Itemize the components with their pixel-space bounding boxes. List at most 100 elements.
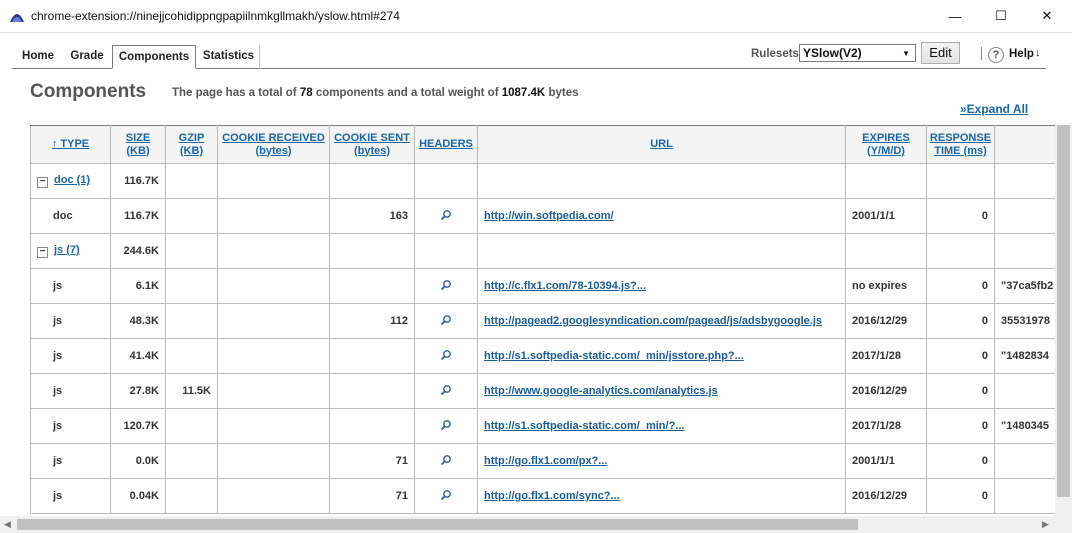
cell-type: js (30, 478, 111, 514)
scroll-left-icon[interactable]: ◀ (4, 519, 11, 530)
magnifier-icon (440, 419, 451, 430)
cell-size: 48.3K (110, 303, 166, 339)
tab-statistics[interactable]: Statistics (198, 45, 260, 69)
rulesets-value: YSlow(V2) (803, 46, 862, 60)
cell-expires: 2001/1/1 (845, 443, 927, 479)
component-url-link[interactable]: http://www.google-analytics.com/analytic… (484, 385, 718, 397)
table-row: js 41.4K http://s1.softpedia-static.com/_m… (30, 338, 1055, 374)
table-row: js 6.1K http://c.flx1.com/78-10394.js?... n… (30, 268, 1055, 304)
tab-grade[interactable]: Grade (64, 45, 110, 69)
cell-response-time: 0 (926, 373, 995, 409)
cell-cookie-received (217, 198, 330, 234)
group-toggle-cell[interactable]: − js (7) (30, 233, 111, 269)
summary-prefix: The page has a total of (172, 87, 297, 99)
col-expires[interactable]: EXPIRES (Y/M/D) (845, 125, 927, 164)
cell-cookie-received (217, 443, 330, 479)
col-cookie-sent-label: COOKIE SENT (334, 131, 410, 144)
cell-headers[interactable] (414, 408, 478, 444)
table-header-row: ↑ TYPE SIZE (KB) GZIP (KB) COOKIE RECEIVED… (30, 125, 1055, 164)
col-cookie-sent[interactable]: COOKIE SENT (bytes) (329, 125, 415, 164)
rulesets-label: Rulesets (751, 48, 799, 60)
col-etag (994, 125, 1055, 164)
cell-url: http://go.flx1.com/sync?... (477, 478, 846, 514)
cell-expires: 2001/1/1 (845, 198, 927, 234)
group-label[interactable]: js (7) (54, 244, 80, 256)
cell-cookie-sent: 71 (329, 443, 415, 479)
scroll-right-icon[interactable]: ▶ (1042, 519, 1049, 530)
group-label[interactable]: doc (1) (54, 174, 90, 186)
cell-headers[interactable] (414, 198, 478, 234)
maximize-button[interactable]: ☐ (978, 0, 1024, 32)
cell-cookie-received (217, 408, 330, 444)
cell-etag: 35531978 (994, 303, 1055, 339)
cell-type: js (30, 338, 111, 374)
component-url-link[interactable]: http://go.flx1.com/sync?... (484, 490, 620, 502)
cell-size: 120.7K (110, 408, 166, 444)
cell-response-time: 0 (926, 268, 995, 304)
maximize-icon: ☐ (995, 8, 1007, 23)
total-components: 78 (299, 87, 313, 99)
yslow-app-icon (10, 14, 24, 22)
rulesets-select[interactable]: YSlow(V2) ▼ (799, 44, 916, 62)
cell-headers[interactable] (414, 338, 478, 374)
cell-size: 27.8K (110, 373, 166, 409)
cell-headers[interactable] (414, 478, 478, 514)
edit-ruleset-button[interactable]: Edit (921, 42, 960, 64)
window-title: chrome-extension://ninejjcohidippngpapii… (31, 9, 400, 23)
group-toggle-cell[interactable]: − doc (1) (30, 163, 111, 199)
cell-size: 116.7K (110, 198, 166, 234)
cell-response-time: 0 (926, 198, 995, 234)
horizontal-scroll-thumb[interactable] (17, 519, 858, 530)
vertical-scroll-thumb[interactable] (1057, 125, 1070, 497)
collapse-icon[interactable]: − (37, 247, 48, 258)
component-url-link[interactable]: http://c.flx1.com/78-10394.js?... (484, 280, 646, 292)
cell-headers[interactable] (414, 373, 478, 409)
cell-gzip (165, 443, 218, 479)
col-gzip-label: GZIP (178, 131, 205, 144)
col-cookie-received-unit: (bytes) (255, 144, 292, 157)
cell-headers[interactable] (414, 443, 478, 479)
expand-all-link[interactable]: »Expand All (960, 102, 1028, 116)
tab-components[interactable]: Components (112, 45, 196, 69)
col-type[interactable]: ↑ TYPE (30, 125, 111, 164)
tab-home[interactable]: Home (14, 45, 62, 69)
cell-cookie-received (217, 268, 330, 304)
cell-expires: no expires (845, 268, 927, 304)
col-headers[interactable]: HEADERS (414, 125, 478, 164)
col-url[interactable]: URL (477, 125, 846, 164)
cell-cookie-received (217, 478, 330, 514)
cell-response-time: 0 (926, 408, 995, 444)
cell-response-time: 0 (926, 338, 995, 374)
cell-expires: 2016/12/29 (845, 478, 927, 514)
col-response-time[interactable]: RESPONSE TIME (ms) (926, 125, 995, 164)
col-size[interactable]: SIZE (KB) (110, 125, 166, 164)
cell-headers[interactable] (414, 268, 478, 304)
vertical-scrollbar[interactable] (1055, 125, 1072, 516)
group-size: 116.7K (110, 163, 166, 199)
col-gzip[interactable]: GZIP (KB) (165, 125, 218, 164)
component-url-link[interactable]: http://go.flx1.com/px?... (484, 455, 607, 467)
close-button[interactable]: ✕ (1024, 0, 1070, 32)
cell-expires: 2017/1/28 (845, 408, 927, 444)
component-url-link[interactable]: http://win.softpedia.com/ (484, 210, 614, 222)
collapse-icon[interactable]: − (37, 177, 48, 188)
group-row: − js (7) 244.6K (30, 233, 1055, 269)
minimize-button[interactable]: — (932, 0, 978, 32)
component-url-link[interactable]: http://s1.softpedia-static.com/_min/jsst… (484, 350, 744, 362)
component-url-link[interactable]: http://s1.softpedia-static.com/_min/?... (484, 420, 684, 432)
cell-etag: "37ca5fb2 (994, 268, 1055, 304)
magnifier-icon (440, 349, 451, 360)
cell-gzip (165, 478, 218, 514)
toolbar-divider (981, 47, 982, 60)
horizontal-scrollbar[interactable]: ◀ ▶ (0, 516, 1072, 533)
help-icon[interactable]: ? (988, 47, 1004, 63)
cell-size: 0.04K (110, 478, 166, 514)
cell-cookie-sent: 112 (329, 303, 415, 339)
cell-gzip (165, 198, 218, 234)
help-menu[interactable]: Help (1009, 48, 1034, 60)
component-url-link[interactable]: http://pagead2.googlesyndication.com/pag… (484, 315, 822, 327)
magnifier-icon (440, 489, 451, 500)
col-cookie-received[interactable]: COOKIE RECEIVED (bytes) (217, 125, 330, 164)
cell-headers[interactable] (414, 303, 478, 339)
col-url-label: URL (650, 138, 673, 150)
